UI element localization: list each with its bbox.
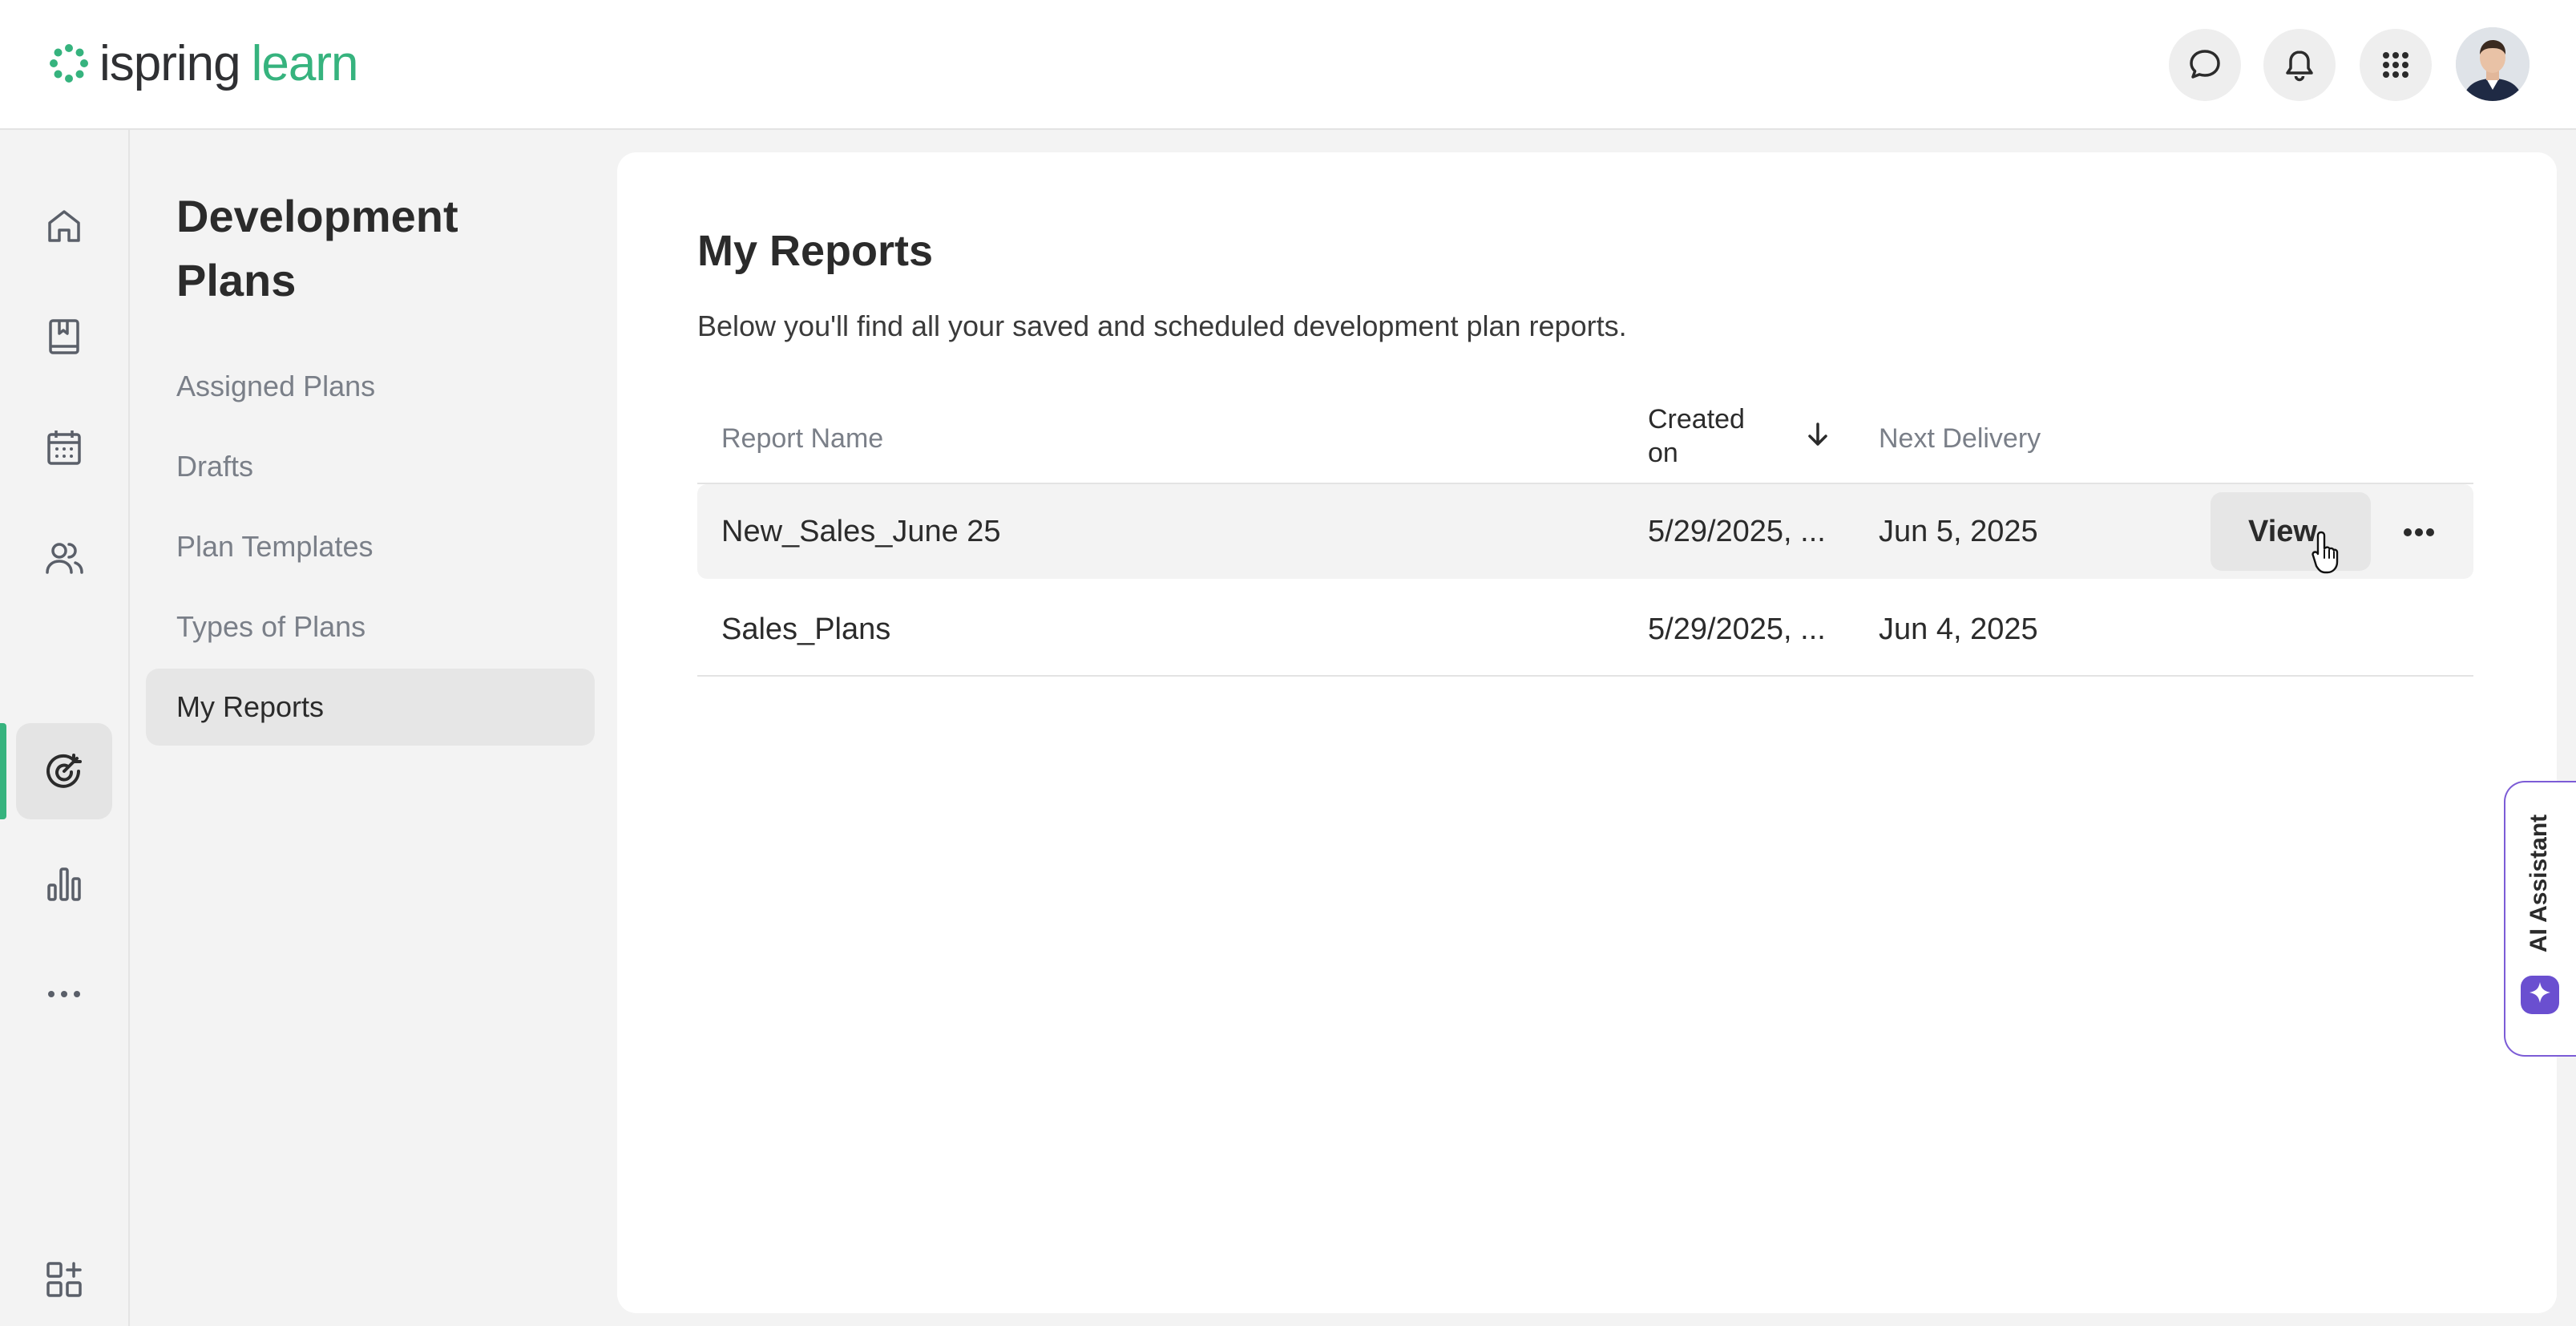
page-description: Below you'll find all your saved and sch… <box>697 309 1627 342</box>
view-button[interactable]: View <box>2211 492 2371 571</box>
subnav-item-my-reports[interactable]: My Reports <box>146 669 595 746</box>
apps-button[interactable] <box>2360 29 2432 101</box>
report-name-cell: Sales_Plans <box>721 612 891 646</box>
column-created-on-line1: Created <box>1648 404 1745 435</box>
messages-button[interactable] <box>2169 29 2241 101</box>
nav-reports[interactable] <box>16 835 112 932</box>
sparkle-icon <box>2521 976 2559 1014</box>
calendar-icon <box>47 431 81 465</box>
people-icon <box>46 543 83 574</box>
table-row[interactable]: New_Sales_June 25 5/29/2025, ... Jun 5, … <box>697 484 2473 579</box>
nav-home[interactable] <box>16 178 112 274</box>
active-indicator <box>0 723 6 819</box>
chat-icon <box>2190 50 2220 79</box>
ispring-learn-logo[interactable]: ispring learn <box>46 35 359 91</box>
top-header: ispring learn <box>0 0 2576 130</box>
subnav-item-assigned-plans[interactable]: Assigned Plans <box>146 348 595 425</box>
subnav-item-plan-templates[interactable]: Plan Templates <box>146 508 595 585</box>
user-avatar[interactable] <box>2456 27 2530 101</box>
bar-chart-icon <box>47 867 81 901</box>
column-next-delivery[interactable]: Next Delivery <box>1879 423 2041 455</box>
section-navigation: Development Plans Assigned Plans Drafts … <box>130 130 603 1326</box>
page-title: My Reports <box>697 227 934 275</box>
next-delivery-cell: Jun 4, 2025 <box>1879 612 2038 646</box>
book-icon <box>49 319 79 354</box>
nav-people[interactable] <box>16 510 112 606</box>
avatar-image <box>2456 27 2530 101</box>
next-delivery-cell: Jun 5, 2025 <box>1879 515 2038 548</box>
nav-calendar[interactable] <box>16 399 112 495</box>
more-horizontal-icon <box>2404 528 2434 536</box>
nav-library[interactable] <box>16 289 112 385</box>
section-title: Development Plans <box>176 191 458 305</box>
main-navigation-rail <box>0 130 130 1326</box>
row-actions-button[interactable] <box>2395 508 2443 556</box>
subnav-item-types-of-plans[interactable]: Types of Plans <box>146 588 595 665</box>
table-row[interactable]: Sales_Plans 5/29/2025, ... Jun 4, 2025 <box>697 582 2473 677</box>
home-icon <box>48 210 80 242</box>
nav-more[interactable] <box>16 946 112 1042</box>
report-name-cell: New_Sales_June 25 <box>721 515 1001 548</box>
ai-assistant-label: AI Assistant <box>2526 814 2553 953</box>
nav-add-widget[interactable] <box>16 1231 112 1326</box>
ai-assistant-label-wrap: AI Assistant <box>2507 811 2571 956</box>
apps-grid-icon <box>2383 52 2408 78</box>
nav-development-plans[interactable] <box>16 723 112 819</box>
target-icon <box>46 754 82 788</box>
logo-text-ispring: ispring <box>99 35 241 91</box>
created-on-cell: 5/29/2025, ... <box>1648 515 1826 548</box>
hand-pointer-icon <box>2312 531 2339 574</box>
ispring-logo-icon <box>50 44 88 83</box>
created-on-cell: 5/29/2025, ... <box>1648 612 1826 646</box>
logo-text-learn: learn <box>251 35 359 91</box>
notifications-button[interactable] <box>2263 29 2336 101</box>
more-icon <box>48 991 80 997</box>
column-created-on[interactable]: Created on <box>1648 402 1745 470</box>
table-header: Report Name Created on Next Delivery <box>697 393 2473 484</box>
column-created-on-line2: on <box>1648 438 1678 468</box>
add-widget-icon <box>46 1262 82 1297</box>
sort-descending-icon[interactable] <box>1803 420 1832 449</box>
subnav-item-drafts[interactable]: Drafts <box>146 428 595 505</box>
reports-panel: My Reports Below you'll find all your sa… <box>617 152 2557 1313</box>
column-report-name[interactable]: Report Name <box>721 423 883 455</box>
ai-assistant-tab[interactable]: AI Assistant <box>2504 781 2576 1057</box>
bell-icon <box>2286 51 2313 82</box>
